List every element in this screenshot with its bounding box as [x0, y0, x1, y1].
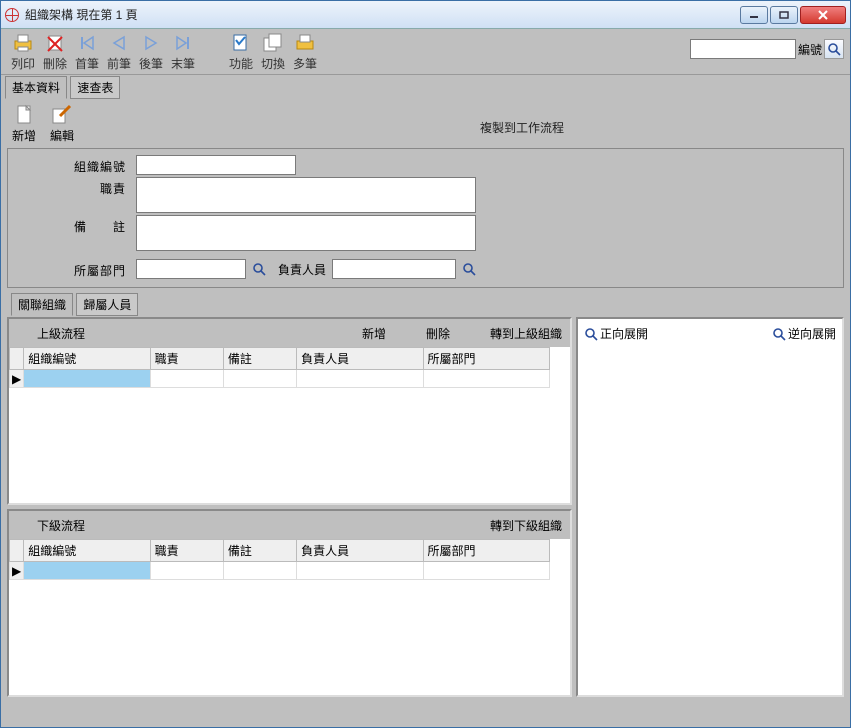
delete-button[interactable]: 刪除	[39, 31, 71, 72]
org-no-input[interactable]	[136, 155, 296, 175]
upper-grid[interactable]: 組織編號 職責 備註 負責人員 所屬部門 ▶	[9, 347, 570, 388]
lower-grid[interactable]: 組織編號 職責 備註 負責人員 所屬部門 ▶	[9, 539, 570, 580]
person-label: 負責人員	[272, 261, 332, 278]
edit-icon	[48, 103, 76, 127]
org-no-label: 組織編號	[16, 155, 136, 175]
main-toolbar: 列印 刪除 首筆 前筆 後筆 末筆 功能 切換	[1, 29, 850, 75]
multi-icon	[291, 31, 319, 55]
tab-basic[interactable]: 基本資料	[5, 76, 67, 99]
last-button[interactable]: 末筆	[167, 31, 199, 72]
prev-icon	[105, 31, 133, 55]
app-window: 組織架構 現在第 1 頁 列印 刪除 首筆 前筆 後筆	[0, 0, 851, 728]
new-button[interactable]: 新增	[7, 103, 41, 144]
titlebar: 組織架構 現在第 1 頁	[1, 1, 850, 29]
upper-goto-link[interactable]: 轉到上級組織	[490, 325, 562, 342]
dept-input[interactable]	[136, 259, 246, 279]
remark-textarea[interactable]	[136, 215, 476, 251]
upper-title: 上級流程	[37, 325, 85, 342]
tab-related[interactable]: 關聯組織	[11, 293, 73, 316]
lower-title: 下級流程	[37, 517, 85, 534]
minimize-button[interactable]	[740, 6, 768, 24]
last-icon	[169, 31, 197, 55]
multi-button[interactable]: 多筆	[289, 31, 321, 72]
search-label: 編號	[798, 41, 822, 58]
edit-button[interactable]: 編輯	[45, 103, 79, 144]
window-title: 組織架構 現在第 1 頁	[25, 6, 740, 23]
maximize-button[interactable]	[770, 6, 798, 24]
expand-forward-link[interactable]: 正向展開	[584, 325, 648, 342]
tree-panel: 正向展開 逆向展開	[576, 317, 844, 697]
dept-label: 所屬部門	[16, 259, 136, 279]
person-input[interactable]	[332, 259, 456, 279]
person-lookup-button[interactable]	[460, 260, 478, 278]
next-button[interactable]: 後筆	[135, 31, 167, 72]
main-tabs: 基本資料 速查表	[1, 75, 850, 97]
table-row[interactable]: ▶	[10, 370, 570, 388]
switch-icon	[259, 31, 287, 55]
first-icon	[73, 31, 101, 55]
upper-del-link[interactable]: 刪除	[426, 325, 450, 342]
expand-reverse-link[interactable]: 逆向展開	[772, 325, 836, 342]
function-button[interactable]: 功能	[225, 31, 257, 72]
first-button[interactable]: 首筆	[71, 31, 103, 72]
prev-button[interactable]: 前筆	[103, 31, 135, 72]
search-button[interactable]	[824, 39, 844, 59]
lower-goto-link[interactable]: 轉到下級組織	[490, 517, 562, 534]
duty-label: 職責	[16, 177, 136, 197]
close-button[interactable]	[800, 6, 846, 24]
copy-to-workflow-link[interactable]: 複製到工作流程	[480, 99, 564, 136]
search-input[interactable]	[690, 39, 796, 59]
form-box: 組織編號 職責 備 註 所屬部門 負責人員	[7, 148, 844, 288]
globe-icon	[5, 8, 19, 22]
switch-button[interactable]: 切換	[257, 31, 289, 72]
print-button[interactable]: 列印	[7, 31, 39, 72]
new-doc-icon	[10, 103, 38, 127]
sub-tabs: 關聯組織 歸屬人員	[7, 292, 844, 315]
upper-process-box: 上級流程 新增 刪除 轉到上級組織 組織編號 職責 備註 負責人員 所屬部門	[7, 317, 572, 505]
delete-icon	[41, 31, 69, 55]
printer-icon	[9, 31, 37, 55]
remark-label: 備 註	[16, 215, 136, 235]
dept-lookup-button[interactable]	[250, 260, 268, 278]
upper-add-link[interactable]: 新增	[362, 325, 386, 342]
tab-quick[interactable]: 速查表	[70, 76, 120, 99]
duty-textarea[interactable]	[136, 177, 476, 213]
function-icon	[227, 31, 255, 55]
tab-members[interactable]: 歸屬人員	[76, 293, 138, 316]
table-row[interactable]: ▶	[10, 562, 570, 580]
next-icon	[137, 31, 165, 55]
lower-process-box: 下級流程 轉到下級組織 組織編號 職責 備註 負責人員 所屬部門	[7, 509, 572, 697]
